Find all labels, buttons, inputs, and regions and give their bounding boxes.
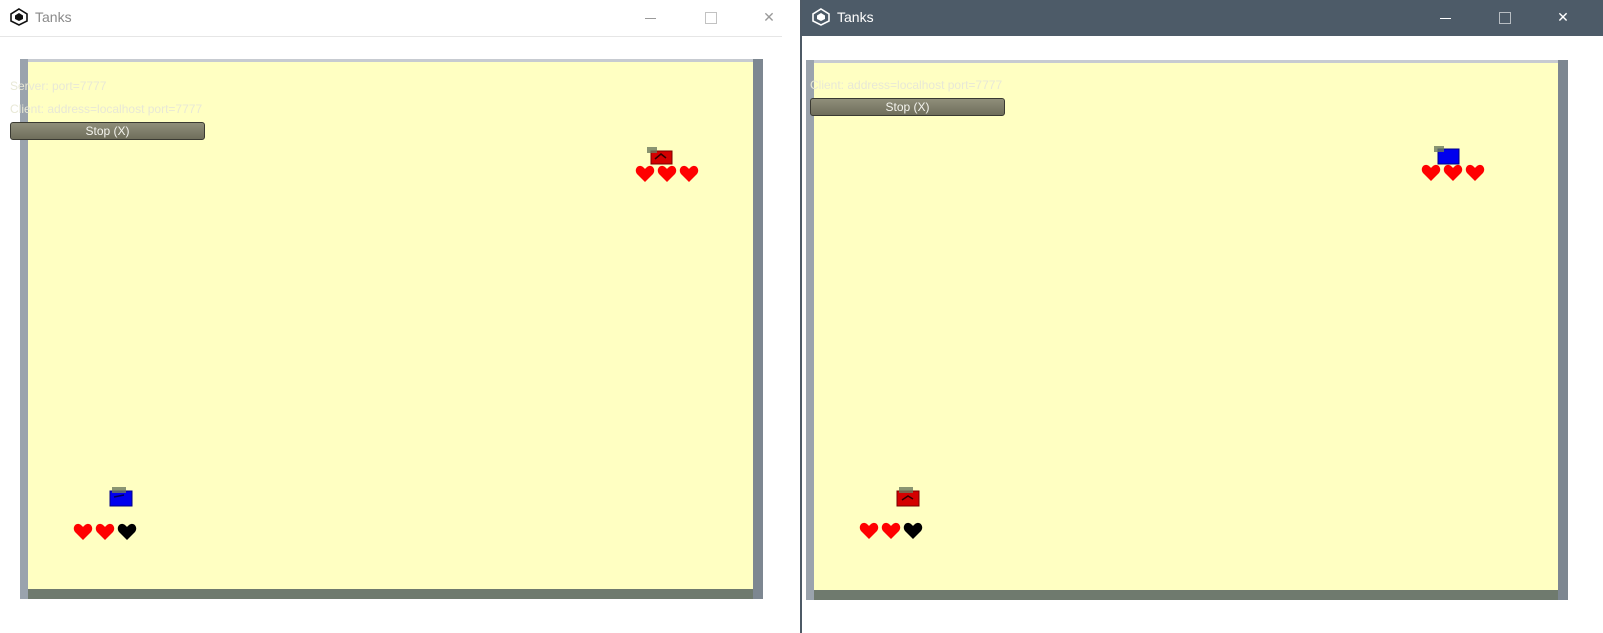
stop-button[interactable]: Stop (X) — [810, 98, 1005, 116]
window-title: Tanks — [35, 9, 72, 25]
minimize-icon — [1439, 17, 1451, 19]
title-bar[interactable]: Tanks ✕ — [0, 0, 782, 37]
red-tank-health — [635, 165, 699, 183]
minimize-button[interactable] — [627, 0, 673, 36]
heart-full-icon — [881, 522, 901, 539]
maximize-icon — [705, 12, 717, 24]
red-tank-icon — [896, 487, 920, 507]
title-bar[interactable]: Tanks ✕ — [802, 0, 1603, 36]
red-tank-health — [859, 522, 923, 540]
close-button[interactable]: ✕ — [1540, 0, 1586, 36]
heart-full-icon — [1443, 164, 1463, 181]
heart-full-icon — [657, 165, 677, 182]
heart-empty-icon — [903, 522, 923, 539]
minimize-icon — [644, 17, 656, 19]
unity-logo-icon — [812, 8, 830, 26]
game-viewport[interactable]: Server: port=7777 Client: address=localh… — [0, 37, 782, 633]
blue-tank-icon — [1434, 146, 1460, 165]
client-status-text: Client: address=localhost port=7777 — [810, 78, 1003, 92]
client-status-text: Client: address=localhost port=7777 — [10, 102, 203, 116]
minimize-button[interactable] — [1422, 0, 1468, 36]
game-viewport[interactable]: Client: address=localhost port=7777 Stop… — [802, 37, 1603, 633]
close-button[interactable]: ✕ — [746, 0, 782, 36]
heart-full-icon — [859, 522, 879, 539]
blue-tank-health — [73, 523, 137, 541]
server-status-text: Server: port=7777 — [10, 79, 107, 93]
heart-full-icon — [635, 165, 655, 182]
close-icon: ✕ — [763, 10, 775, 26]
heart-full-icon — [1421, 164, 1441, 181]
unity-logo-icon — [10, 8, 28, 26]
window-title: Tanks — [837, 9, 874, 25]
heart-full-icon — [679, 165, 699, 182]
maximize-icon — [1499, 12, 1511, 24]
maximize-button[interactable] — [1482, 0, 1528, 36]
maximize-button[interactable] — [688, 0, 734, 36]
game-window-server: Tanks ✕ Server: port=7777 Client: addres… — [0, 0, 782, 633]
blue-tank-health — [1421, 164, 1485, 182]
heart-full-icon — [73, 523, 93, 540]
blue-tank-icon — [109, 487, 133, 507]
heart-full-icon — [1465, 164, 1485, 181]
game-window-client: Tanks ✕ Client: address=localhost port=7… — [800, 0, 1603, 633]
heart-empty-icon — [117, 523, 137, 540]
close-icon: ✕ — [1557, 10, 1569, 26]
red-tank-icon — [647, 147, 673, 165]
heart-full-icon — [95, 523, 115, 540]
stop-button[interactable]: Stop (X) — [10, 122, 205, 140]
arena-floor — [20, 59, 763, 599]
arena-floor — [806, 60, 1568, 600]
